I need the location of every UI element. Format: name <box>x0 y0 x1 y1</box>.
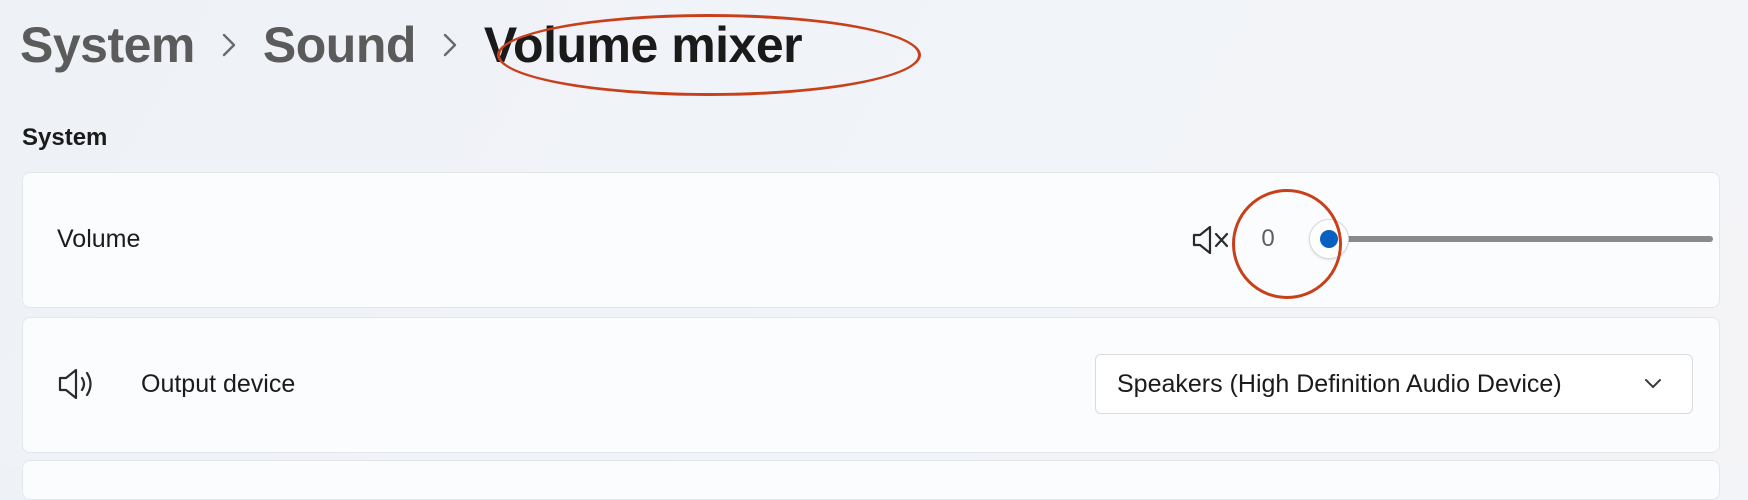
output-device-card: Output device Speakers (High Definition … <box>22 317 1720 453</box>
volume-slider-thumb[interactable] <box>1309 219 1349 259</box>
page-title: Volume mixer <box>483 17 803 73</box>
breadcrumb-system[interactable]: System <box>20 16 195 74</box>
chevron-right-icon <box>209 33 249 57</box>
speaker-muted-icon[interactable] <box>1191 223 1233 257</box>
speaker-icon <box>57 364 101 404</box>
section-heading-system: System <box>22 124 108 151</box>
volume-label: Volume <box>57 225 141 253</box>
volume-slider[interactable] <box>1309 217 1713 261</box>
breadcrumb-sound[interactable]: Sound <box>263 16 417 74</box>
output-device-dropdown[interactable]: Speakers (High Definition Audio Device) <box>1095 354 1693 414</box>
chevron-right-icon <box>430 33 470 57</box>
volume-slider-track[interactable] <box>1333 236 1713 242</box>
volume-card: Volume 0 <box>22 172 1720 308</box>
output-device-selected: Speakers (High Definition Audio Device) <box>1117 369 1562 398</box>
volume-value: 0 <box>1261 225 1275 252</box>
output-device-label: Output device <box>141 370 296 398</box>
breadcrumb: System Sound Volume mixer <box>20 10 803 80</box>
chevron-down-icon <box>1644 377 1662 391</box>
next-card <box>22 460 1720 500</box>
